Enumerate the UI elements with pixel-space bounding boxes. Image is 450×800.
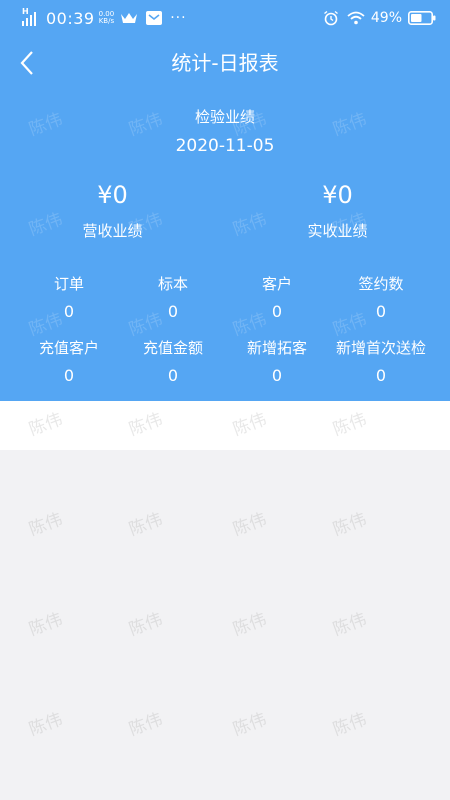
- stat-label: 新增拓客: [246, 339, 307, 357]
- battery-percent: 49%: [370, 10, 402, 26]
- watermark-text: 陈伟: [126, 609, 166, 641]
- stat-label: 充值客户: [38, 339, 99, 357]
- stat-specimens: 标本 0: [117, 274, 229, 322]
- stat-value: 0: [167, 302, 179, 321]
- stat-orders: 订单 0: [13, 274, 125, 322]
- network-speed-unit: KB/s: [98, 17, 115, 25]
- kpi-revenue: ¥0 营收业绩: [0, 180, 225, 241]
- stat-label: 订单: [53, 275, 84, 293]
- stat-label: 客户: [261, 275, 292, 293]
- watermark-text: 陈伟: [126, 709, 166, 741]
- content-divider: [0, 401, 450, 450]
- stat-new-leads: 新增拓客 0: [221, 338, 333, 386]
- stat-label: 签约数: [358, 275, 404, 293]
- status-right: 49%: [323, 0, 436, 36]
- stat-label: 新增首次送检: [335, 339, 426, 357]
- kpi-value: ¥0: [97, 181, 128, 209]
- kpi-label: 营收业绩: [82, 222, 143, 240]
- more-notifications-icon: ···: [170, 10, 187, 26]
- section-label: 检验业绩: [194, 108, 255, 126]
- watermark-text: 陈伟: [230, 609, 270, 641]
- stat-value: 0: [271, 302, 283, 321]
- stat-value: 0: [271, 366, 283, 385]
- watermark-text: 陈伟: [26, 709, 66, 741]
- stat-value: 0: [63, 302, 75, 321]
- stat-recharge-customers: 充值客户 0: [13, 338, 125, 386]
- watermark-text: 陈伟: [26, 609, 66, 641]
- crown-icon: [121, 13, 138, 23]
- stat-label: 充值金额: [142, 339, 203, 357]
- watermark-text: 陈伟: [330, 609, 370, 641]
- page-title: 统计-日报表: [171, 51, 279, 75]
- report-date: 2020-11-05: [175, 136, 275, 156]
- watermark-text: 陈伟: [230, 509, 270, 541]
- stat-value: 0: [63, 366, 75, 385]
- kpi-received: ¥0 实收业绩: [225, 180, 450, 241]
- status-bar: H 00:39 0.00 KB/s ··· 49%: [0, 0, 450, 36]
- stat-label: 标本: [157, 275, 188, 293]
- stat-recharge-amount: 充值金额 0: [117, 338, 229, 386]
- status-time: 00:39: [46, 8, 95, 28]
- network-type-label: H: [22, 7, 29, 16]
- watermark-text: 陈伟: [126, 509, 166, 541]
- stat-value: 0: [167, 366, 179, 385]
- network-speed: 0.00 KB/s: [99, 11, 115, 25]
- kpi-value: ¥0: [322, 181, 353, 209]
- alarm-icon: [323, 10, 338, 26]
- report-header: 统计-日报表 检验业绩 2020-11-05 ¥0 营收业绩 ¥0 实收业绩 订…: [0, 36, 450, 401]
- status-left: H 00:39 0.00 KB/s ···: [22, 0, 187, 36]
- stat-value: 0: [375, 302, 387, 321]
- wifi-icon: [347, 11, 365, 25]
- mail-icon: [146, 11, 163, 25]
- signal-icon: H: [22, 8, 44, 28]
- battery-icon: [408, 11, 436, 25]
- kpi-label: 实收业绩: [307, 222, 368, 240]
- stat-value: 0: [375, 366, 387, 385]
- stat-customers: 客户 0: [221, 274, 333, 322]
- watermark-text: 陈伟: [230, 709, 270, 741]
- stat-contracts: 签约数 0: [325, 274, 437, 322]
- stat-new-first-submissions: 新增首次送检 0: [325, 338, 437, 386]
- watermark-text: 陈伟: [330, 709, 370, 741]
- watermark-text: 陈伟: [26, 509, 66, 541]
- watermark-text: 陈伟: [330, 509, 370, 541]
